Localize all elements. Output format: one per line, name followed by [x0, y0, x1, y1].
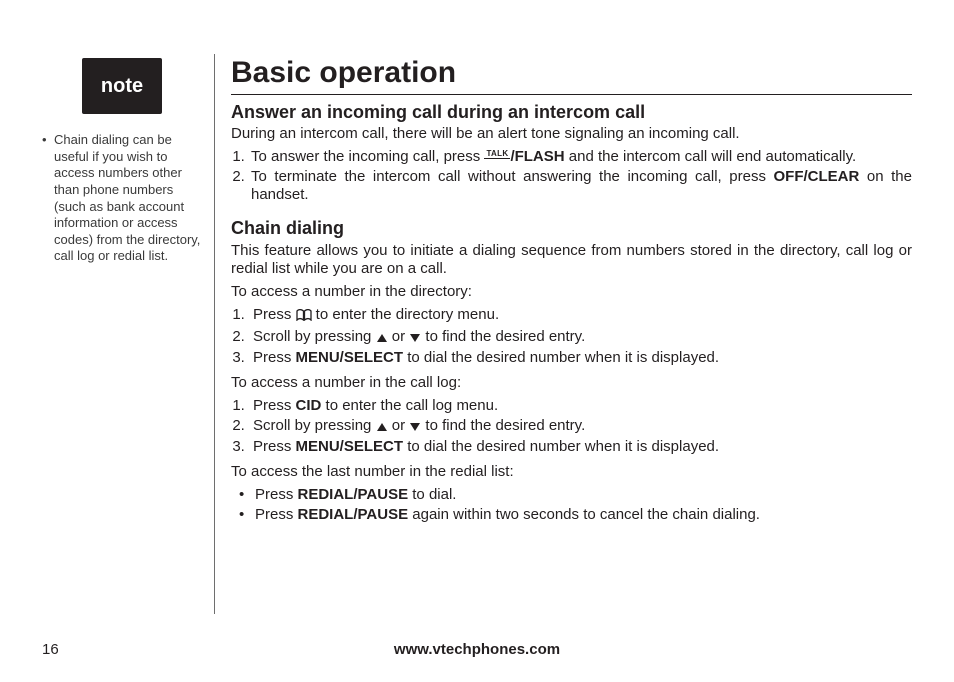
redial-step-1: Press REDIAL/PAUSE to dial. [235, 486, 912, 505]
down-arrow-icon [409, 419, 421, 438]
directory-step-2: Scroll by pressing or to find the desire… [249, 328, 912, 349]
text: to dial. [408, 486, 456, 503]
directory-label: To access a number in the directory: [231, 283, 912, 302]
text: Press [253, 306, 296, 323]
flash-label: /FLASH [510, 148, 564, 165]
section1-steps: To answer the incoming call, press TALK/… [231, 148, 912, 205]
menu-select-label: MENU/SELECT [296, 438, 404, 455]
directory-step-3: Press MENU/SELECT to dial the desired nu… [249, 349, 912, 368]
text: on the [859, 168, 912, 185]
text: to dial the desired number when it is di… [403, 349, 719, 366]
text: or [388, 328, 410, 345]
section-heading-chain: Chain dialing [231, 217, 912, 240]
section1-step-2: To terminate the intercom call without a… [249, 168, 912, 206]
book-icon [296, 308, 312, 327]
footer-url: www.vtechphones.com [0, 641, 954, 658]
text: Press [253, 397, 296, 414]
text: Press [255, 486, 298, 503]
up-arrow-icon [376, 330, 388, 349]
section1-step-1: To answer the incoming call, press TALK/… [249, 148, 912, 167]
calllog-step-1: Press CID to enter the call log menu. [249, 397, 912, 416]
calllog-step-2: Scroll by pressing or to find the desire… [249, 417, 912, 438]
calllog-steps: Press CID to enter the call log menu. Sc… [231, 397, 912, 457]
column-divider [214, 54, 215, 614]
text: Scroll by pressing [253, 328, 376, 345]
up-arrow-icon [376, 419, 388, 438]
text: Press [253, 438, 296, 455]
offclear-label: OFF/CLEAR [774, 168, 860, 185]
text: again within two seconds to cancel the c… [408, 506, 760, 523]
directory-step-1: Press to enter the directory menu. [249, 306, 912, 327]
text: to dial the desired number when it is di… [403, 438, 719, 455]
menu-select-label: MENU/SELECT [296, 349, 404, 366]
text: to find the desired entry. [421, 328, 585, 345]
talk-flash-icon: TALK [484, 152, 510, 159]
text: and the intercom call will end automatic… [565, 148, 857, 165]
note-item: Chain dialing can be useful if you wish … [42, 132, 202, 265]
cid-label: CID [296, 397, 322, 414]
redial-pause-label: REDIAL/PAUSE [298, 506, 409, 523]
directory-steps: Press to enter the directory menu. Scrol… [231, 306, 912, 368]
redial-pause-label: REDIAL/PAUSE [298, 486, 409, 503]
note-list: Chain dialing can be useful if you wish … [42, 132, 202, 265]
manual-page: note Chain dialing can be useful if you … [0, 0, 954, 682]
down-arrow-icon [409, 330, 421, 349]
note-badge: note [82, 58, 162, 114]
talk-label: TALK [486, 152, 508, 157]
text: or [388, 417, 410, 434]
page-title: Basic operation [231, 54, 912, 95]
calllog-step-3: Press MENU/SELECT to dial the desired nu… [249, 438, 912, 457]
redial-label: To access the last number in the redial … [231, 463, 912, 482]
section1-intro: During an intercom call, there will be a… [231, 125, 912, 144]
redial-steps: Press REDIAL/PAUSE to dial. Press REDIAL… [231, 486, 912, 525]
text: Scroll by pressing [253, 417, 376, 434]
main-content: Basic operation Answer an incoming call … [227, 54, 912, 682]
sidebar: note Chain dialing can be useful if you … [42, 54, 210, 682]
text: To terminate the intercom call without a… [251, 168, 774, 185]
text: handset. [251, 186, 912, 205]
text: Press [253, 349, 296, 366]
section-heading-incoming: Answer an incoming call during an interc… [231, 101, 912, 124]
phone-icon-line [484, 158, 510, 159]
section2-intro: This feature allows you to initiate a di… [231, 242, 912, 280]
text: Press [255, 506, 298, 523]
text: To answer the incoming call, press [251, 148, 484, 165]
text: to enter the call log menu. [321, 397, 498, 414]
redial-step-2: Press REDIAL/PAUSE again within two seco… [235, 506, 912, 525]
text: to enter the directory menu. [312, 306, 500, 323]
calllog-label: To access a number in the call log: [231, 374, 912, 393]
text: to find the desired entry. [421, 417, 585, 434]
